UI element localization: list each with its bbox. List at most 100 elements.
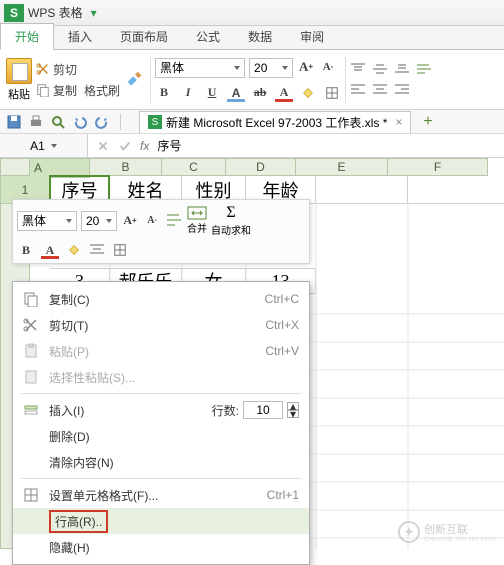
mini-autosum-button[interactable]: Σ 自动求和 bbox=[211, 204, 251, 237]
menu-cut-label: 剪切(T) bbox=[49, 317, 88, 334]
cancel-icon[interactable] bbox=[96, 139, 110, 153]
decrease-font-button[interactable]: A- bbox=[319, 58, 337, 76]
redo-icon[interactable] bbox=[94, 114, 110, 130]
mini-align[interactable] bbox=[89, 243, 105, 257]
add-tab-button[interactable]: + bbox=[423, 113, 432, 131]
mini-font-value: 黑体 bbox=[22, 212, 46, 229]
mini-bold[interactable]: B bbox=[17, 241, 35, 259]
mini-increase-font[interactable]: A+ bbox=[121, 212, 139, 230]
scissors-icon bbox=[23, 317, 39, 333]
menu-row-height[interactable]: 行高(R).. bbox=[13, 508, 309, 534]
align-bottom-icon[interactable] bbox=[394, 63, 410, 77]
copy-fmt-row: 复制 格式刷 bbox=[36, 82, 120, 99]
menu-clear[interactable]: 清除内容(N) bbox=[13, 449, 309, 475]
menu-hide-label: 隐藏(H) bbox=[49, 539, 90, 556]
formula-value[interactable]: 序号 bbox=[157, 137, 181, 154]
mini-wrap-icon[interactable] bbox=[165, 212, 183, 230]
mini-size-select[interactable]: 20 bbox=[81, 211, 117, 231]
tab-insert[interactable]: 插入 bbox=[54, 24, 106, 49]
format-painter-icon[interactable] bbox=[124, 69, 146, 91]
mini-font-select[interactable]: 黑体 bbox=[17, 211, 77, 231]
mini-decrease-font[interactable]: A- bbox=[143, 212, 161, 230]
increase-font-button[interactable]: A+ bbox=[297, 58, 315, 76]
menu-hide[interactable]: 隐藏(H) bbox=[13, 534, 309, 560]
print-icon[interactable] bbox=[28, 114, 44, 130]
cell-f1[interactable] bbox=[408, 176, 504, 204]
mini-border[interactable] bbox=[111, 241, 129, 259]
col-header-f[interactable]: F bbox=[388, 158, 488, 176]
font-name-select[interactable]: 黑体 bbox=[155, 58, 245, 78]
watermark: ✦ 创新互联 CHUANG XIN HU LIAN bbox=[398, 521, 496, 543]
tab-start[interactable]: 开始 bbox=[0, 23, 54, 50]
menu-row-height-label: 行高(R).. bbox=[49, 510, 108, 533]
align-middle-icon[interactable] bbox=[372, 63, 388, 77]
menu-paste-special-label: 选择性粘贴(S)... bbox=[49, 369, 135, 386]
app-menu-dropdown[interactable]: ▾ bbox=[83, 2, 105, 24]
document-tab[interactable]: S 新建 Microsoft Excel 97-2003 工作表.xls * × bbox=[139, 111, 411, 133]
menu-copy[interactable]: 复制(C)Ctrl+C bbox=[13, 286, 309, 312]
mini-fill[interactable] bbox=[65, 241, 83, 259]
align-right-icon[interactable] bbox=[394, 83, 410, 97]
save-icon[interactable] bbox=[6, 114, 22, 130]
menu-delete[interactable]: 删除(D) bbox=[13, 423, 309, 449]
clear-format-button[interactable]: A bbox=[227, 84, 245, 102]
menu-cut[interactable]: 剪切(T)Ctrl+X bbox=[13, 312, 309, 338]
copy-label[interactable]: 复制 bbox=[53, 82, 77, 99]
paste-icon[interactable] bbox=[6, 58, 32, 84]
align-left-icon[interactable] bbox=[350, 83, 366, 97]
col-header-c[interactable]: C bbox=[162, 158, 226, 176]
font-style-row: B I U A ab A bbox=[155, 84, 341, 102]
underline-button[interactable]: U bbox=[203, 84, 221, 102]
fill-color-button[interactable] bbox=[299, 84, 317, 102]
menu-format-cells[interactable]: 设置单元格格式(F)...Ctrl+1 bbox=[13, 482, 309, 508]
mini-merge-button[interactable]: 合并 bbox=[187, 206, 207, 235]
confirm-icon[interactable] bbox=[118, 139, 132, 153]
col-header-b[interactable]: B bbox=[90, 158, 162, 176]
clipboard-group: 粘贴 bbox=[6, 58, 32, 102]
preview-icon[interactable] bbox=[50, 114, 66, 130]
cell-e1[interactable] bbox=[316, 176, 408, 204]
name-box[interactable]: A1 bbox=[0, 134, 88, 157]
border-button[interactable] bbox=[323, 84, 341, 102]
clipboard-icon bbox=[23, 343, 39, 359]
doc-close-button[interactable]: × bbox=[395, 115, 402, 129]
col-header-d[interactable]: D bbox=[226, 158, 296, 176]
doc-icon: S bbox=[148, 115, 162, 129]
font-size-select[interactable]: 20 bbox=[249, 58, 293, 78]
tab-formula[interactable]: 公式 bbox=[182, 24, 234, 49]
menu-clear-label: 清除内容(N) bbox=[49, 454, 114, 471]
ribbon: 粘贴 剪切 复制 格式刷 黑体 20 A+ A- B I U A ab A bbox=[0, 50, 504, 110]
menu-insert[interactable]: 插入(I) 行数: ▴▾ bbox=[13, 397, 309, 423]
cut-button[interactable]: 剪切 bbox=[36, 61, 120, 78]
copy-icon[interactable] bbox=[36, 83, 50, 97]
mini-fontcolor[interactable]: A bbox=[41, 241, 59, 259]
tab-page-layout[interactable]: 页面布局 bbox=[106, 24, 182, 49]
tab-data[interactable]: 数据 bbox=[234, 24, 286, 49]
select-all-corner[interactable] bbox=[0, 158, 30, 176]
font-group: 黑体 20 A+ A- B I U A ab A bbox=[155, 58, 341, 102]
strike-button[interactable]: ab bbox=[251, 84, 269, 102]
quick-access-toolbar: S 新建 Microsoft Excel 97-2003 工作表.xls * ×… bbox=[0, 110, 504, 134]
wrap-text-icon[interactable] bbox=[416, 63, 432, 77]
format-painter-label[interactable]: 格式刷 bbox=[84, 82, 120, 99]
align-center-icon[interactable] bbox=[372, 83, 388, 97]
insert-row-count: 行数: ▴▾ bbox=[212, 401, 299, 419]
rows-spinner[interactable]: ▴▾ bbox=[287, 402, 299, 418]
italic-button[interactable]: I bbox=[179, 84, 197, 102]
tab-review[interactable]: 审阅 bbox=[286, 24, 338, 49]
doc-title: 新建 Microsoft Excel 97-2003 工作表.xls * bbox=[166, 114, 387, 131]
merge-icon bbox=[187, 206, 207, 220]
clipboard-special-icon bbox=[23, 369, 39, 385]
column-headers: A B C D E F bbox=[0, 158, 504, 176]
bold-button[interactable]: B bbox=[155, 84, 173, 102]
paste-label[interactable]: 粘贴 bbox=[8, 86, 30, 102]
align-top-icon[interactable] bbox=[350, 63, 366, 77]
undo-icon[interactable] bbox=[72, 114, 88, 130]
fx-label[interactable]: fx bbox=[140, 139, 149, 153]
watermark-line2: CHUANG XIN HU LIAN bbox=[424, 537, 496, 543]
rows-input[interactable] bbox=[243, 401, 283, 419]
mini-toolbar: 黑体 20 A+ A- 合并 Σ 自动求和 B A bbox=[12, 199, 310, 264]
col-header-e[interactable]: E bbox=[296, 158, 388, 176]
font-color-button[interactable]: A bbox=[275, 84, 293, 102]
cell-reference: A1 bbox=[30, 139, 45, 153]
